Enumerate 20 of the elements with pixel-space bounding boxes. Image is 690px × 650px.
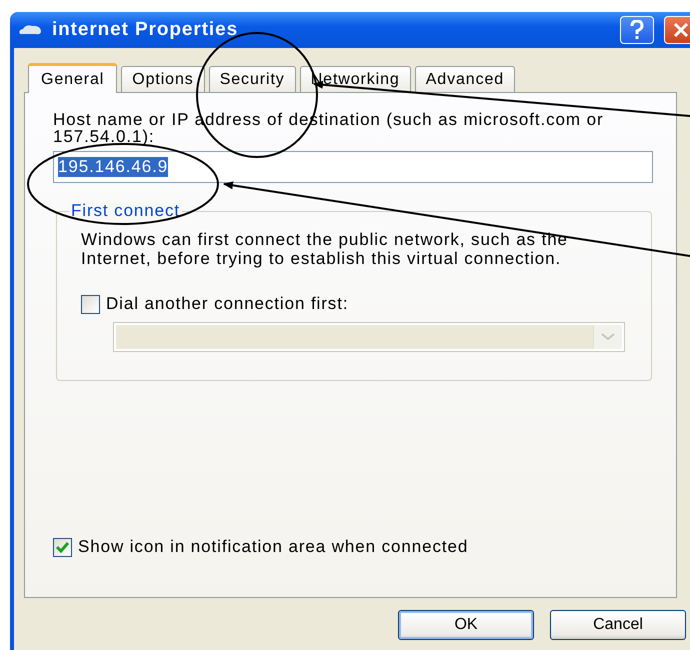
- help-button[interactable]: [620, 16, 654, 44]
- tab[interactable]: General: [28, 63, 118, 93]
- dialog-button[interactable]: Cancel: [550, 610, 686, 640]
- tab[interactable]: Advanced: [414, 66, 516, 92]
- group-title: First connect: [69, 202, 182, 220]
- close-icon: [673, 22, 689, 38]
- dialog-button[interactable]: OK: [398, 610, 534, 640]
- checkbox-label: Show icon in notification area when connected: [78, 537, 468, 557]
- tab[interactable]: Options: [121, 66, 205, 92]
- checkbox-label: Dial another connection first:: [106, 294, 348, 314]
- checkbox[interactable]: [53, 538, 72, 556]
- check-icon: [56, 542, 69, 552]
- window-title: internet Properties: [52, 19, 240, 41]
- input-field[interactable]: 195.146.46.9: [53, 151, 653, 183]
- caret-icon: [601, 333, 615, 341]
- close-button[interactable]: [664, 16, 690, 44]
- cloud-icon: [18, 24, 42, 36]
- tab[interactable]: Security: [208, 66, 296, 92]
- checkbox[interactable]: [81, 294, 100, 314]
- help-icon: [630, 20, 644, 40]
